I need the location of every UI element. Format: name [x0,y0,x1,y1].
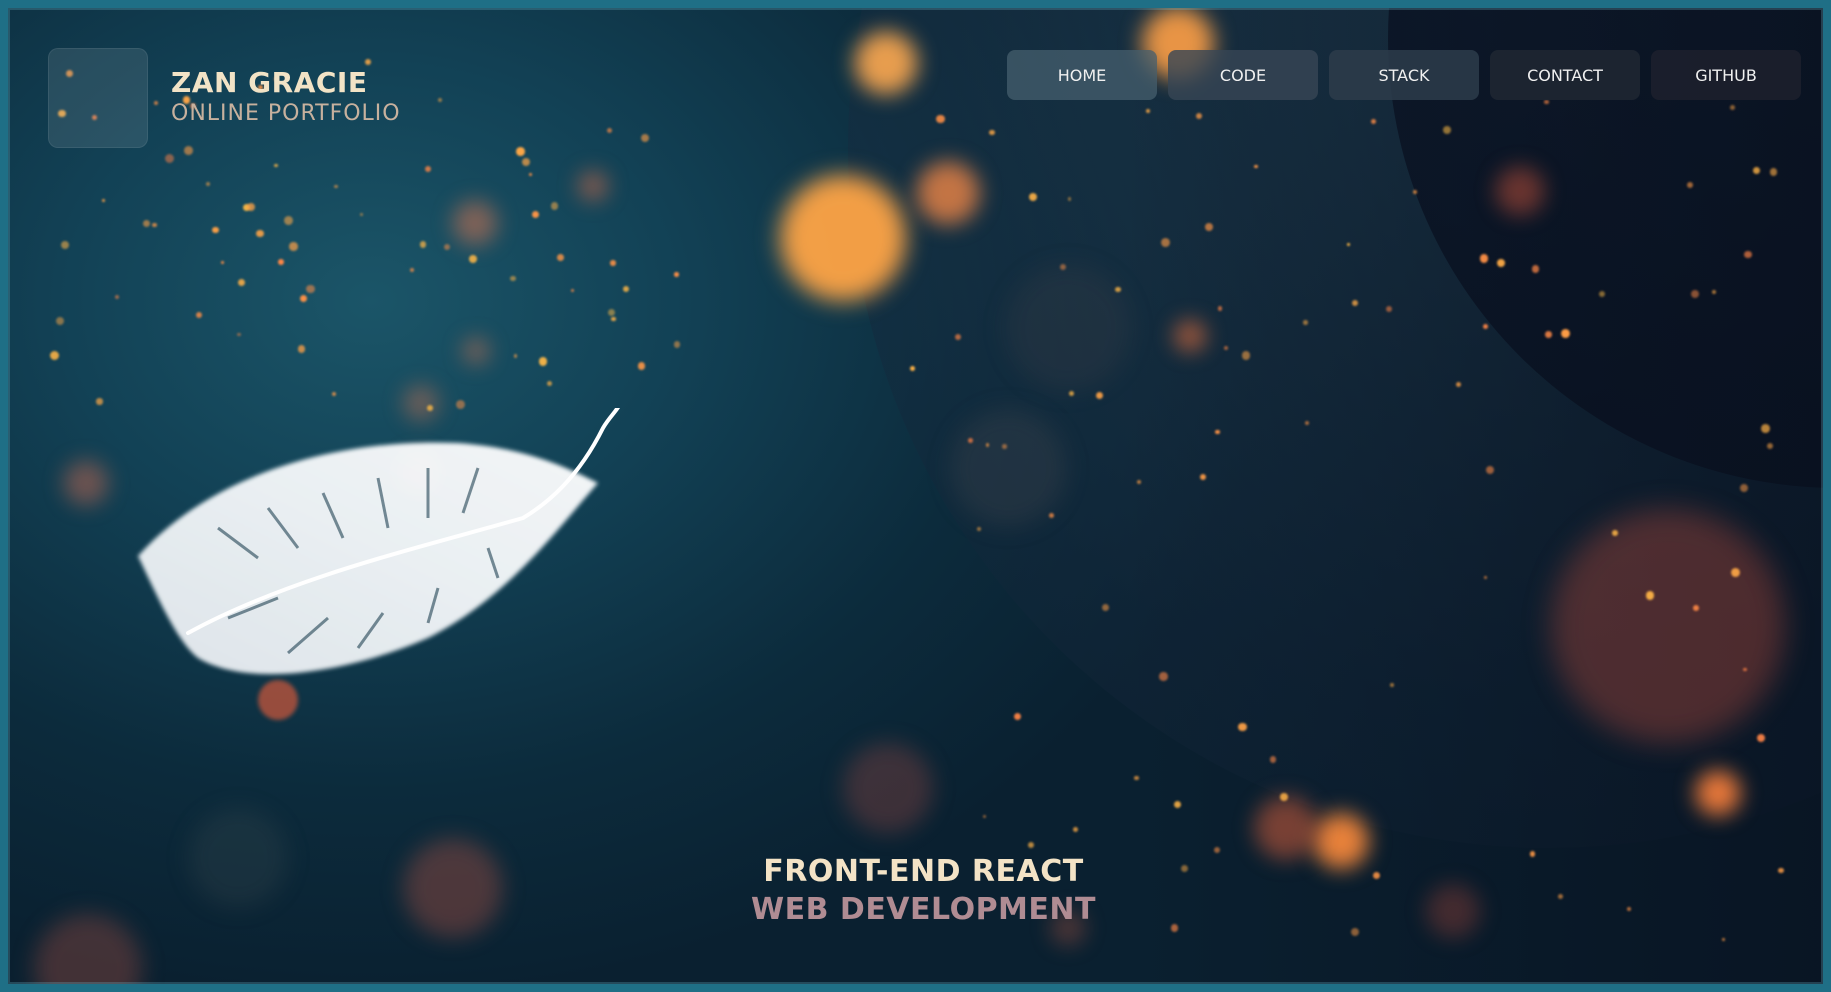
sparkle-dot [221,260,225,264]
sparkle-dot [425,166,432,173]
sparkle-dot [164,154,174,163]
sparkle-dot [196,311,203,318]
nav-home-button[interactable]: HOME [1007,50,1157,100]
brand-subtitle: ONLINE PORTFOLIO [171,101,401,126]
sparkle-dot [610,260,616,266]
feather-image [138,408,620,720]
brand: ZAN GRACIE ONLINE PORTFOLIO [171,66,401,128]
sparkle-dot [611,316,616,322]
sparkle-dot [674,272,679,277]
sparkle-dot [143,219,151,227]
sparkle-dot [607,309,615,317]
sparkle-dot [637,362,646,371]
hero-background: ZAN GRACIE ONLINE PORTFOLIO HOME CODE ST… [0,0,1831,992]
nav-code-button[interactable]: CODE [1168,50,1318,100]
sparkle-dot [514,354,518,358]
sparkle-dot [510,276,516,282]
nav-stack-button[interactable]: STACK [1329,50,1479,100]
sparkle-dot [278,258,284,265]
sparkle-dot [212,226,219,233]
sparkle-dot [444,244,451,250]
sparkle-dot [420,241,427,248]
sparkle-dot [551,202,559,210]
sparkle-dot [289,242,298,251]
sparkle-dot [237,332,242,337]
sparkle-dot [359,213,363,217]
bokeh-light [838,738,938,838]
sparkle-dot [469,255,477,263]
sparkle-dot [538,357,548,366]
bokeh-light [61,458,111,508]
sparkle-dot [306,284,315,293]
tagline-line-1: FRONT-END REACT [763,854,1084,889]
sparkle-dot [982,814,987,819]
sparkle-dot [184,145,193,155]
sparkle-dot [49,350,59,360]
sparkle-dot [96,398,103,405]
sparkle-dot [246,202,256,212]
nav-contact-button[interactable]: CONTACT [1490,50,1640,100]
sparkle-dot [102,198,106,202]
sparkle-dot [607,128,613,134]
bokeh-light [461,336,491,366]
sparkle-dot [299,294,308,303]
sparkle-dot [516,147,525,156]
sparkle-dot [1028,841,1035,848]
sparkle-dot [115,295,120,300]
tagline-line-2: WEB DEVELOPMENT [751,892,1096,927]
bokeh-light [450,198,500,248]
sparkle-dot [546,380,552,387]
logo-placeholder[interactable] [48,48,148,148]
sparkle-dot [256,229,264,238]
bokeh-light [576,169,610,203]
sparkle-dot [623,286,630,293]
sparkle-dot [154,101,159,106]
nav-github-button[interactable]: GITHUB [1651,50,1801,100]
sparkle-dot [61,241,70,250]
sparkle-dot [238,279,246,287]
sparkle-dot [56,316,65,325]
sparkle-dot [532,210,540,218]
brand-name: ZAN GRACIE [171,66,368,99]
main-nav: HOME CODE STACK CONTACT GITHUB [1007,50,1801,100]
sparkle-dot [332,392,337,397]
sparkle-dot [1013,713,1021,721]
sparkle-dot [273,163,278,168]
sparkle-dot [364,58,372,65]
sparkle-dot [409,267,414,272]
sparkle-dot [570,288,574,292]
sparkle-dot [529,173,533,177]
sparkle-dot [1072,826,1078,832]
sparkle-dot [640,133,650,143]
sparkle-dot [673,341,681,348]
sparkle-dot [437,97,443,103]
sparkle-dot [557,254,564,261]
sparkle-dot [205,181,211,187]
sparkle-dot [297,345,306,353]
sparkle-dot [152,222,157,228]
background-shade [1123,8,1823,984]
sparkle-dot [284,216,294,226]
sparkle-dot [243,203,251,211]
sparkle-dot [334,184,338,189]
hero-tagline: FRONT-END REACT WEB DEVELOPMENT [8,853,1823,929]
sparkle-dot [521,157,530,167]
